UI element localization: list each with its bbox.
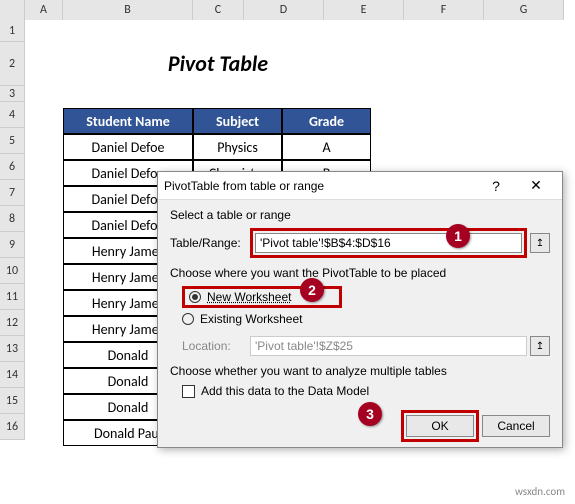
row-header-14[interactable]: 14 [0,362,25,388]
radio-icon [182,313,194,325]
col-header-B[interactable]: B [63,0,193,20]
radio-existing-worksheet[interactable]: Existing Worksheet [182,308,550,330]
row-header-8[interactable]: 8 [0,206,25,232]
cell-subject: Physics [193,134,282,160]
col-header-G[interactable]: G [484,0,564,20]
col-header-C[interactable]: C [193,0,244,20]
callout-2: 2 [300,278,324,302]
row-header-5[interactable]: 5 [0,128,25,154]
col-header-A[interactable]: A [25,0,63,20]
page-title: Pivot Table [63,42,373,86]
select-all-corner[interactable] [0,0,25,20]
location-row: Location: ↥ [182,336,550,356]
row-header-2[interactable]: 2 [0,42,25,86]
col-header-D[interactable]: D [244,0,324,20]
dialog-body: Select a table or range Table/Range: ↥ C… [158,200,562,406]
callout-1: 1 [446,224,470,248]
section-placement: Choose where you want the PivotTable to … [170,266,550,280]
dialog-title: PivotTable from table or range [164,179,476,193]
row-header-3[interactable]: 3 [0,86,25,102]
row-header-13[interactable]: 13 [0,336,25,362]
collapse-range-icon[interactable]: ↥ [530,336,550,356]
spreadsheet: A B C D E F G 1 2 3 4 5 6 7 8 9 10 11 12… [0,0,575,504]
table-row[interactable]: Daniel Defoe Physics A [63,134,371,160]
close-button[interactable]: ✕ [516,172,556,200]
radio-icon [189,291,201,303]
col-header-F[interactable]: F [404,0,484,20]
col-subject[interactable]: Subject [193,108,282,134]
cancel-button[interactable]: Cancel [482,415,550,437]
placement-radio-group: New Worksheet Existing Worksheet [182,286,550,330]
radio-existing-label: Existing Worksheet [200,312,303,326]
dialog-buttons: OK Cancel [406,415,550,437]
col-student-name[interactable]: Student Name [63,108,193,134]
callout-3: 3 [358,402,382,426]
table-range-highlight [250,228,527,258]
table-header-row: Student Name Subject Grade [63,108,371,134]
row-header-15[interactable]: 15 [0,388,25,414]
section-select-range: Select a table or range [170,208,550,222]
ok-button[interactable]: OK [406,415,474,437]
row-headers: 1 2 3 4 5 6 7 8 9 10 11 12 13 14 15 16 [0,20,25,440]
row-header-4[interactable]: 4 [0,102,25,128]
cell-name: Daniel Defoe [63,134,193,160]
row-header-7[interactable]: 7 [0,180,25,206]
column-headers: A B C D E F G [0,0,564,20]
section-multiple-tables: Choose whether you want to analyze multi… [170,364,550,378]
row-header-12[interactable]: 12 [0,310,25,336]
row-header-11[interactable]: 11 [0,284,25,310]
col-grade[interactable]: Grade [282,108,371,134]
row-header-10[interactable]: 10 [0,258,25,284]
help-button[interactable]: ? [476,172,516,200]
radio-new-label: New Worksheet [207,290,291,304]
checkbox-icon [182,385,195,398]
add-to-data-model[interactable]: Add this data to the Data Model [182,384,550,398]
checkbox-label: Add this data to the Data Model [201,384,369,398]
row-header-16[interactable]: 16 [0,414,25,440]
dialog-titlebar[interactable]: PivotTable from table or range ? ✕ [158,172,562,200]
collapse-range-icon[interactable]: ↥ [530,233,550,253]
pivottable-dialog: PivotTable from table or range ? ✕ Selec… [157,171,563,448]
col-header-E[interactable]: E [324,0,404,20]
row-header-6[interactable]: 6 [0,154,25,180]
table-range-label: Table/Range: [170,236,250,250]
table-range-input[interactable] [255,233,522,253]
location-label: Location: [182,339,250,353]
row-header-9[interactable]: 9 [0,232,25,258]
watermark: wsxdn.com [515,485,565,498]
row-header-1[interactable]: 1 [0,20,25,42]
cell-grade: A [282,134,371,160]
location-input[interactable] [250,336,527,356]
table-range-row: Table/Range: ↥ [170,228,550,258]
